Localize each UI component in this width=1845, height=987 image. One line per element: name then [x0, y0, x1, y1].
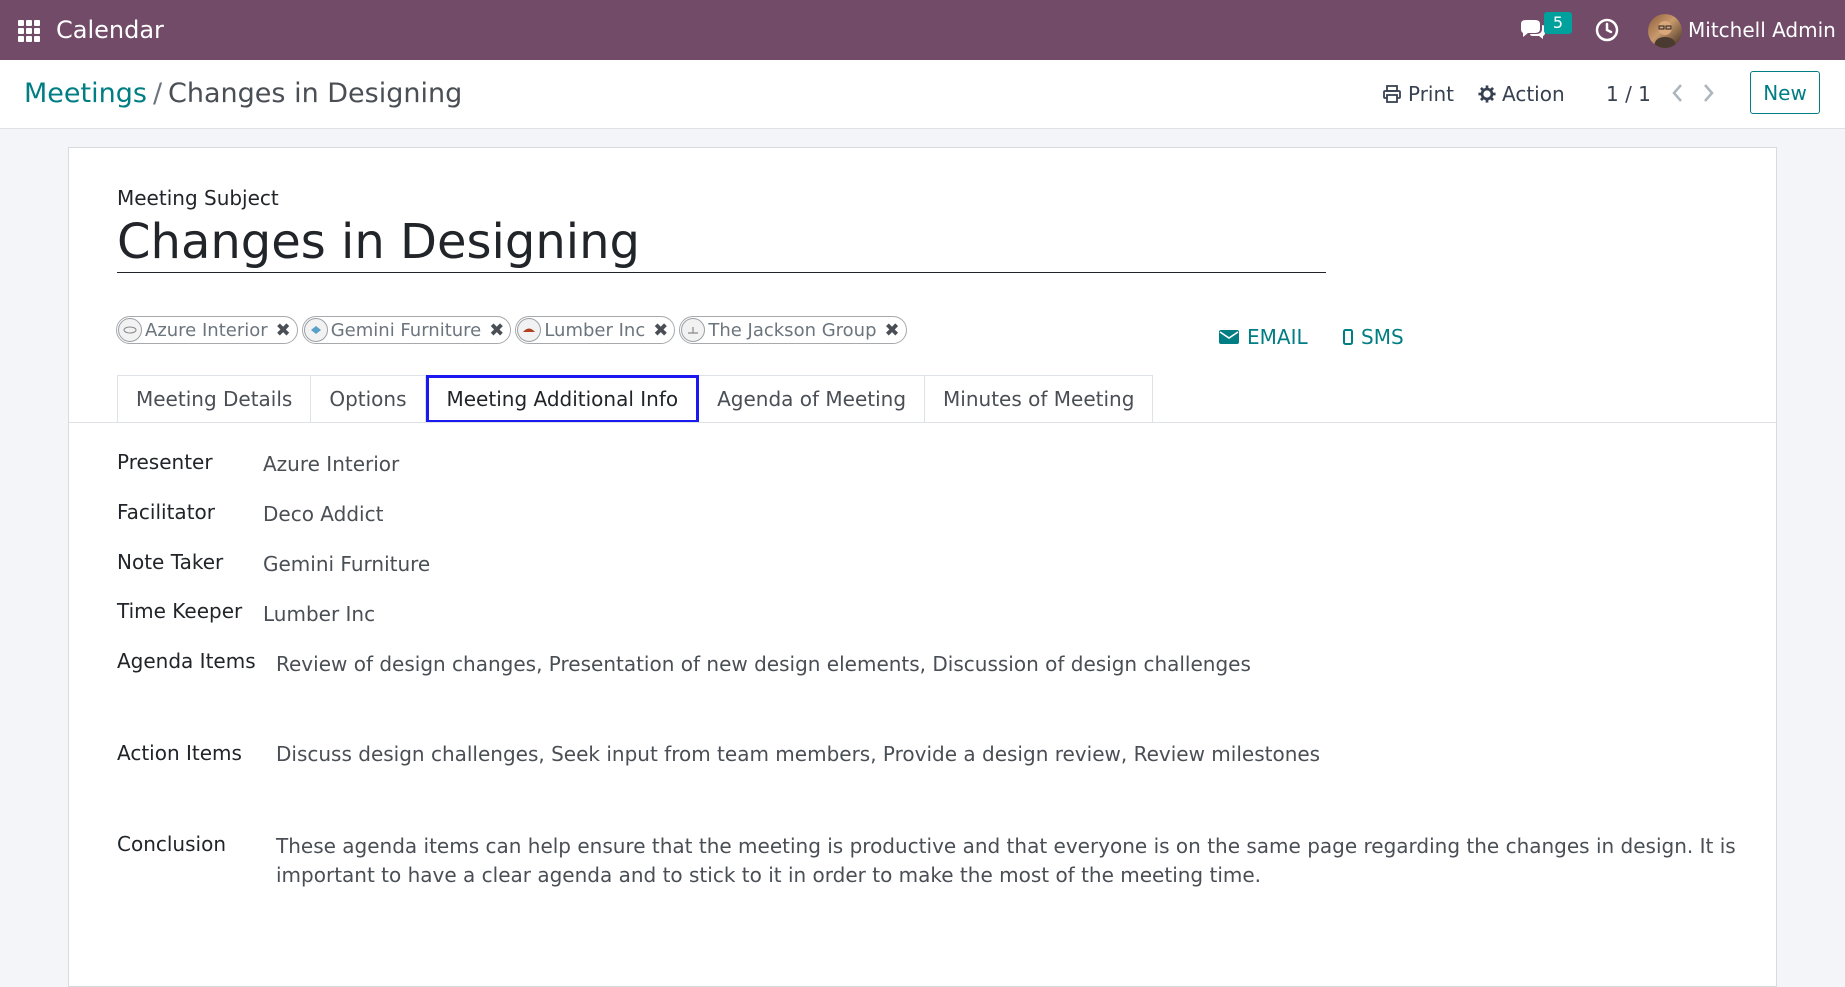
top-navbar: Calendar 5 Mitchell Admin [0, 0, 1845, 60]
pager-next-icon[interactable] [1697, 78, 1719, 108]
tab-meeting-details[interactable]: Meeting Details [117, 375, 312, 423]
control-panel: Meetings / Changes in Designing Print Acti… [0, 60, 1845, 129]
remove-tag-icon[interactable]: ✖ [489, 320, 504, 341]
pager-previous-icon[interactable] [1667, 78, 1689, 108]
mobile-phone-icon [1343, 329, 1353, 345]
remove-tag-icon[interactable]: ✖ [276, 320, 291, 341]
print-icon [1383, 85, 1401, 103]
action-button[interactable]: Action [1478, 80, 1565, 108]
partner-avatar-icon [681, 318, 706, 342]
conclusion-field-line-1[interactable]: These agenda items can help ensure that … [276, 832, 1736, 860]
print-label: Print [1408, 82, 1455, 106]
attendee-tag[interactable]: Gemini Furniture ✖ [301, 316, 512, 344]
facilitator-label: Facilitator [117, 500, 215, 524]
new-button[interactable]: New [1750, 71, 1820, 114]
messages-count-badge: 5 [1544, 12, 1572, 34]
attendee-name: The Jackson Group [708, 319, 877, 341]
breadcrumb-separator: / [152, 78, 163, 109]
action-items-field[interactable]: Discuss design challenges, Seek input fr… [276, 740, 1320, 768]
tab-options[interactable]: Options [311, 375, 426, 423]
attendee-name: Azure Interior [145, 319, 268, 341]
facilitator-field[interactable]: Deco Addict [263, 500, 383, 528]
action-label: Action [1502, 82, 1565, 106]
breadcrumb-current: Changes in Designing [168, 78, 463, 109]
attendee-tag[interactable]: Lumber Inc ✖ [515, 316, 676, 344]
tab-minutes-of-meeting[interactable]: Minutes of Meeting [925, 375, 1154, 423]
envelope-icon [1219, 330, 1239, 344]
remove-tag-icon[interactable]: ✖ [653, 320, 668, 341]
send-sms-button[interactable]: SMS [1343, 324, 1404, 350]
attendee-name: Lumber Inc [544, 319, 646, 341]
conclusion-field-line-2[interactable]: important to have a clear agenda and to … [276, 861, 1261, 889]
tab-agenda-of-meeting[interactable]: Agenda of Meeting [699, 375, 926, 423]
attendees-tags: Azure Interior ✖ Gemini Furniture ✖ Lumb… [116, 316, 907, 344]
time-keeper-field[interactable]: Lumber Inc [263, 600, 375, 628]
agenda-items-label: Agenda Items [117, 649, 256, 673]
attendee-name: Gemini Furniture [330, 319, 482, 341]
user-name[interactable]: Mitchell Admin [1688, 16, 1836, 44]
agenda-items-field[interactable]: Review of design changes, Presentation o… [276, 650, 1251, 678]
app-title[interactable]: Calendar [56, 14, 164, 46]
email-label: EMAIL [1247, 325, 1308, 349]
user-avatar[interactable] [1648, 14, 1682, 48]
sms-label: SMS [1361, 325, 1404, 349]
breadcrumb: Meetings / Changes in Designing [24, 76, 462, 112]
pager-value[interactable]: 1 / 1 [1606, 80, 1651, 108]
breadcrumb-meetings-link[interactable]: Meetings [24, 78, 147, 109]
presenter-label: Presenter [117, 450, 213, 474]
partner-avatar-icon [118, 318, 142, 342]
presenter-field[interactable]: Azure Interior [263, 450, 399, 478]
gear-icon [1478, 85, 1496, 103]
tab-divider [69, 422, 1776, 423]
meeting-subject-label: Meeting Subject [117, 186, 279, 210]
attendee-tag[interactable]: Azure Interior ✖ [116, 316, 298, 344]
print-button[interactable]: Print [1382, 80, 1454, 108]
form-notebook-tabs: Meeting Details Options Meeting Addition… [117, 375, 1154, 423]
activity-clock-icon[interactable] [1594, 17, 1620, 43]
meeting-subject-input[interactable]: Changes in Designing [117, 212, 1326, 273]
partner-avatar-icon [517, 318, 542, 342]
attendee-tag[interactable]: The Jackson Group ✖ [679, 316, 907, 344]
remove-tag-icon[interactable]: ✖ [885, 320, 900, 341]
apps-menu-icon[interactable] [18, 20, 40, 42]
note-taker-field[interactable]: Gemini Furniture [263, 550, 430, 578]
tab-meeting-additional-info[interactable]: Meeting Additional Info [425, 375, 700, 423]
time-keeper-label: Time Keeper [117, 599, 243, 623]
note-taker-label: Note Taker [117, 550, 224, 574]
send-email-button[interactable]: EMAIL [1219, 324, 1308, 350]
partner-avatar-icon [303, 318, 328, 342]
conclusion-label: Conclusion [117, 832, 226, 856]
action-items-label: Action Items [117, 741, 242, 765]
